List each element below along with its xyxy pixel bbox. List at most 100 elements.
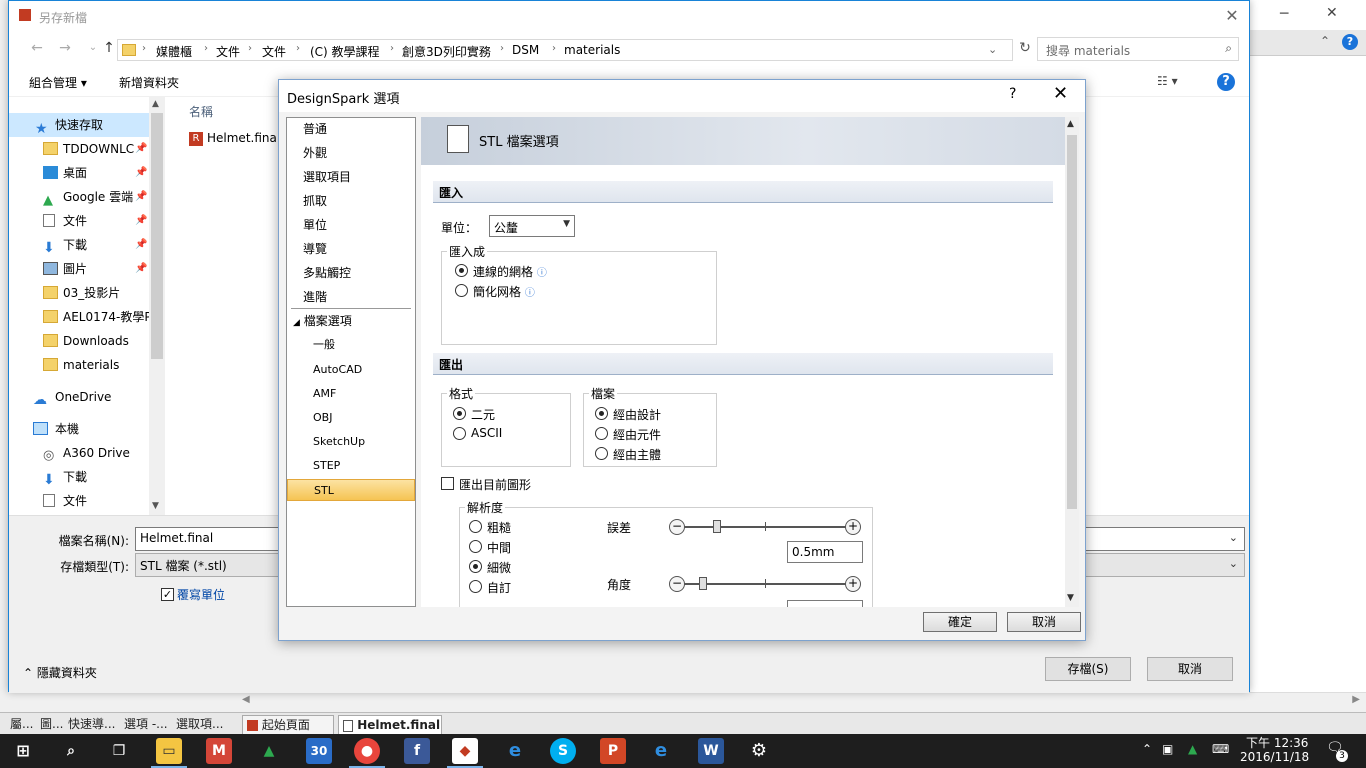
save-button[interactable]: 存檔(S): [1045, 657, 1131, 681]
nav-item-quick-access[interactable]: ★ 快速存取: [9, 113, 149, 137]
export-current-checkbox[interactable]: [441, 477, 454, 490]
nav-item[interactable]: 文件: [9, 489, 149, 513]
nav-item[interactable]: ⬇ 下載 📌: [9, 233, 149, 257]
plus-icon[interactable]: +: [845, 576, 861, 592]
address-box[interactable]: › 媒體櫃 › 文件 › 文件 › (C) 教學課程 › 創意3D列印實務 › …: [117, 39, 1013, 61]
options-nav-item[interactable]: 抓取: [287, 190, 415, 212]
close-icon[interactable]: ✕: [1209, 1, 1255, 31]
app-help-icon[interactable]: ?: [1342, 34, 1358, 50]
chevron-right-icon[interactable]: ›: [552, 43, 556, 54]
organize-button[interactable]: 組合管理 ▾: [29, 74, 87, 91]
breadcrumb-item[interactable]: 創意3D列印實務: [402, 43, 491, 60]
new-folder-button[interactable]: 新增資料夾: [119, 74, 179, 91]
nav-item[interactable]: 桌面 📌: [9, 161, 149, 185]
options-nav-item[interactable]: 導覽: [287, 238, 415, 260]
tray-chevron-up-icon[interactable]: ⌃: [1142, 742, 1152, 756]
radio-format-binary[interactable]: [453, 407, 466, 420]
nav-item[interactable]: 圖片 📌: [9, 257, 149, 281]
chevron-right-icon[interactable]: ›: [142, 43, 146, 54]
clock-date[interactable]: 2016/11/18: [1240, 750, 1309, 764]
deviation-input[interactable]: 0.5mm: [787, 541, 863, 563]
column-header-name[interactable]: 名稱: [189, 103, 213, 120]
minus-icon[interactable]: −: [669, 576, 685, 592]
gmail-icon[interactable]: M: [206, 738, 232, 764]
options-nav-subitem[interactable]: AutoCAD: [287, 359, 415, 381]
options-scroll-thumb[interactable]: [1067, 135, 1077, 509]
view-options-icon[interactable]: ☷ ▾: [1157, 74, 1178, 88]
nav-item[interactable]: ▲ Google 雲端 📌: [9, 185, 149, 209]
options-nav-subitem[interactable]: STEP: [287, 455, 415, 477]
options-nav-item[interactable]: 選取項目: [287, 166, 415, 188]
nav-scroll-thumb[interactable]: [151, 113, 163, 359]
collapse-triangle-icon[interactable]: ◢: [293, 318, 300, 328]
powerpoint-icon[interactable]: P: [600, 738, 626, 764]
override-units-checkbox[interactable]: ✓: [161, 588, 174, 601]
facebook-icon[interactable]: f: [404, 738, 430, 764]
help-icon[interactable]: ?: [1009, 86, 1016, 102]
back-icon[interactable]: ←: [25, 37, 49, 61]
calendar-icon[interactable]: 30: [306, 738, 332, 764]
breadcrumb-item[interactable]: materials: [564, 43, 620, 57]
radio-simplified-mesh[interactable]: [455, 284, 468, 297]
radio-by-body[interactable]: [595, 447, 608, 460]
cancel-button[interactable]: 取消: [1007, 612, 1081, 632]
nav-item[interactable]: ◎ A360 Drive: [9, 441, 149, 465]
options-nav-item[interactable]: 單位: [287, 214, 415, 236]
refresh-icon[interactable]: ↻: [1013, 37, 1037, 61]
slider-thumb[interactable]: [713, 520, 721, 533]
options-nav-item[interactable]: 多點觸控: [287, 262, 415, 284]
chevron-down-icon[interactable]: ⌄: [1229, 531, 1238, 544]
options-nav-item[interactable]: 進階: [287, 286, 415, 308]
windows-start-icon[interactable]: ⊞: [10, 738, 36, 764]
options-nav-subitem[interactable]: 一般: [287, 334, 415, 356]
google-drive-tray-icon[interactable]: ▲: [1188, 742, 1197, 756]
design-canvas[interactable]: [1250, 56, 1366, 696]
close-icon[interactable]: ✕: [1326, 5, 1338, 21]
word-icon[interactable]: W: [698, 738, 724, 764]
breadcrumb-item[interactable]: 文件: [216, 43, 240, 60]
radio-format-ascii[interactable]: [453, 427, 466, 440]
nav-item[interactable]: AEL0174-教學P: [9, 305, 149, 329]
radio-by-design[interactable]: [595, 407, 608, 420]
angle-input[interactable]: [787, 600, 863, 607]
close-icon[interactable]: ✕: [1053, 83, 1068, 104]
panel-tab[interactable]: 選取項...: [172, 715, 234, 735]
task-view-icon[interactable]: ❐: [106, 738, 132, 764]
deviation-slider[interactable]: − +: [669, 519, 861, 535]
slider-thumb[interactable]: [699, 577, 707, 590]
nav-item[interactable]: Downloads: [9, 329, 149, 353]
chevron-right-icon[interactable]: ›: [390, 43, 394, 54]
panel-tab[interactable]: 圖...: [36, 715, 66, 735]
breadcrumb-item[interactable]: (C) 教學課程: [310, 43, 380, 60]
plus-icon[interactable]: +: [845, 519, 861, 535]
doc-tab-helmet[interactable]: Helmet.final ✕: [338, 715, 442, 735]
radio-res-custom[interactable]: [469, 580, 482, 593]
ok-button[interactable]: 確定: [923, 612, 997, 632]
breadcrumb-item[interactable]: 媒體櫃: [156, 43, 192, 60]
nav-item-onedrive[interactable]: ☁ OneDrive: [9, 385, 149, 409]
pin-icon[interactable]: 📌: [135, 137, 147, 161]
nav-item[interactable]: materials: [9, 353, 149, 377]
nav-item[interactable]: ⬇ 下載: [9, 465, 149, 489]
override-units-label[interactable]: 覆寫單位: [177, 586, 225, 603]
options-nav-item[interactable]: 外觀: [287, 142, 415, 164]
help-icon[interactable]: ?: [1217, 73, 1235, 91]
pin-icon[interactable]: 📌: [135, 185, 147, 209]
panel-tab[interactable]: 快速導...: [64, 715, 120, 735]
unit-select[interactable]: 公釐 ▼: [489, 215, 575, 237]
chrome-icon[interactable]: ●: [349, 738, 385, 768]
internet-explorer-icon[interactable]: e: [502, 738, 528, 764]
breadcrumb-item[interactable]: DSM: [512, 43, 539, 57]
designspark-icon[interactable]: ◆: [447, 738, 483, 768]
keyboard-icon[interactable]: ⌨: [1212, 742, 1229, 756]
doc-tab-start[interactable]: 起始頁面: [242, 715, 334, 735]
panel-tab[interactable]: 選項 -...: [120, 715, 172, 735]
search-icon[interactable]: ⌕: [1225, 41, 1232, 56]
skype-icon[interactable]: S: [550, 738, 576, 764]
chevron-right-icon[interactable]: ›: [296, 43, 300, 54]
clock-time[interactable]: 下午 12:36: [1246, 734, 1308, 751]
options-nav-subitem[interactable]: SketchUp: [287, 431, 415, 453]
info-icon[interactable]: ⓘ: [537, 268, 547, 279]
options-nav-subitem[interactable]: OBJ: [287, 407, 415, 429]
hide-folders-toggle[interactable]: ⌃ 隱藏資料夾: [23, 664, 97, 681]
